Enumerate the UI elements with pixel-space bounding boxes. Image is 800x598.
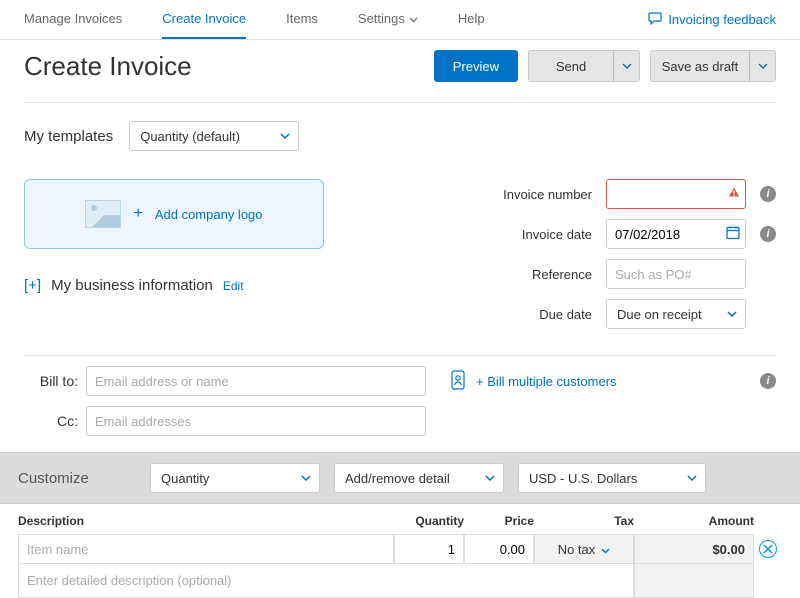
reference-input[interactable]: [606, 259, 746, 289]
templates-label: My templates: [24, 128, 113, 145]
item-description-input[interactable]: [18, 564, 634, 598]
col-price: Price: [464, 514, 534, 528]
cc-input[interactable]: [86, 406, 426, 436]
template-select[interactable]: Quantity (default): [129, 121, 299, 151]
tab-help[interactable]: Help: [458, 0, 485, 39]
customize-bar: Customize Quantity Add/remove detail USD…: [0, 452, 800, 504]
page-title: Create Invoice: [24, 51, 192, 82]
calendar-icon[interactable]: [726, 226, 740, 243]
save-draft-button[interactable]: Save as draft: [650, 50, 776, 82]
cc-label: Cc:: [24, 413, 78, 429]
info-icon[interactable]: i: [760, 186, 776, 202]
item-price-input[interactable]: [464, 534, 534, 564]
chevron-down-icon: [601, 542, 610, 557]
line-items: Description Quantity Price Tax Amount No…: [0, 504, 800, 598]
chevron-down-icon: [687, 475, 697, 481]
reference-label: Reference: [532, 267, 592, 282]
send-dropdown-caret[interactable]: [614, 50, 640, 82]
due-date-select[interactable]: Due on receipt: [606, 299, 746, 329]
chevron-down-icon: [280, 133, 290, 139]
chevron-down-icon: [409, 11, 418, 26]
edit-business-info[interactable]: Edit: [223, 279, 244, 293]
customize-detail-select[interactable]: Add/remove detail: [334, 463, 504, 493]
info-icon[interactable]: i: [760, 226, 776, 242]
preview-button[interactable]: Preview: [434, 50, 518, 82]
line-item-row: No tax $0.00: [18, 534, 782, 564]
tab-manage-invoices[interactable]: Manage Invoices: [24, 0, 122, 39]
due-date-label: Due date: [539, 307, 592, 322]
tab-settings[interactable]: Settings: [358, 0, 418, 39]
bill-to-input[interactable]: [86, 366, 426, 396]
delete-row-button[interactable]: [759, 540, 777, 558]
invoice-number-input[interactable]: [606, 179, 746, 209]
invoice-date-label: Invoice date: [522, 227, 592, 242]
bill-to-label: Bill to:: [24, 373, 78, 389]
send-button[interactable]: Send: [528, 50, 640, 82]
info-icon[interactable]: i: [760, 373, 776, 389]
draft-dropdown-caret[interactable]: [750, 50, 776, 82]
col-description: Description: [18, 514, 394, 528]
customize-label: Customize: [18, 470, 136, 487]
warning-icon: [728, 187, 740, 202]
tab-items[interactable]: Items: [286, 0, 318, 39]
item-name-input[interactable]: [18, 534, 394, 564]
chevron-down-icon: [485, 475, 495, 481]
plus-icon: +: [133, 205, 142, 223]
expand-business-info[interactable]: [+]: [24, 277, 41, 294]
top-nav: Manage Invoices Create Invoice Items Set…: [0, 0, 800, 40]
chat-icon: [648, 12, 662, 28]
item-qty-input[interactable]: [394, 534, 464, 564]
business-info-label: My business information: [51, 277, 213, 294]
customize-template-select[interactable]: Quantity: [150, 463, 320, 493]
image-placeholder-icon: [85, 200, 121, 228]
invoice-number-label: Invoice number: [503, 187, 592, 202]
col-amount: Amount: [634, 514, 754, 528]
chevron-down-icon: [727, 311, 737, 317]
bill-multiple-link[interactable]: + Bill multiple customers: [476, 374, 617, 389]
col-tax: Tax: [534, 514, 634, 528]
add-logo-label: Add company logo: [155, 207, 263, 222]
chevron-down-icon: [301, 475, 311, 481]
customize-currency-select[interactable]: USD - U.S. Dollars: [518, 463, 706, 493]
person-icon: [450, 370, 466, 393]
tab-create-invoice[interactable]: Create Invoice: [162, 0, 246, 39]
invoice-date-input[interactable]: [606, 219, 746, 249]
col-quantity: Quantity: [394, 514, 464, 528]
add-logo-box[interactable]: + Add company logo: [24, 179, 324, 249]
item-tax-select[interactable]: No tax: [534, 534, 634, 564]
item-amount: $0.00: [634, 534, 754, 564]
invoicing-feedback-link[interactable]: Invoicing feedback: [648, 12, 776, 28]
title-bar: Create Invoice Preview Send Save as draf…: [24, 50, 776, 103]
